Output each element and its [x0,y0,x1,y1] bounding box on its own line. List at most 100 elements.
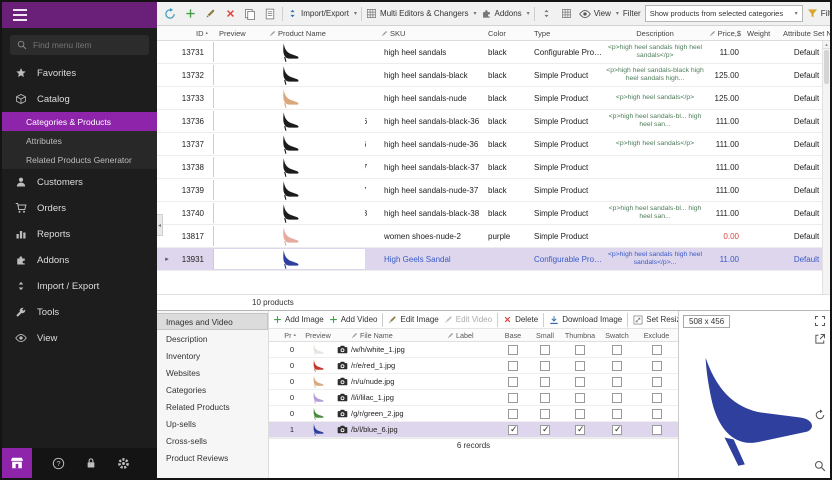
column-header-id[interactable]: ID▴ [177,29,213,38]
swatch-checkbox[interactable] [612,361,622,371]
sidebar-subitem-categories-products[interactable]: Categories & Products [2,112,157,131]
refresh-button[interactable] [162,6,178,22]
product-row[interactable]: 13733 high heel sandals-nude high heel s… [157,87,830,110]
base-checkbox[interactable] [508,393,518,403]
tab-cross-sells[interactable]: Cross-sells [157,432,268,449]
thumbnail-checkbox[interactable] [575,361,585,371]
column-header-thumbnail[interactable]: Thumbna [561,331,599,340]
column-settings-button[interactable] [559,6,575,22]
tab-related-products[interactable]: Related Products [157,398,268,415]
column-header-preview[interactable]: Preview [213,29,269,38]
edit-product-button[interactable] [202,6,218,22]
column-header-color[interactable]: Color [485,29,531,38]
zoom-icon[interactable] [814,460,826,472]
tab-product-reviews[interactable]: Product Reviews [157,449,268,466]
grid-scrollbar[interactable]: ▴ [822,41,830,294]
sidebar-item-customers[interactable]: Customers [2,169,157,195]
thumbnail-checkbox[interactable] [575,377,585,387]
swatch-checkbox[interactable] [612,409,622,419]
category-filter-select[interactable]: Show products from selected categories▾ [645,5,803,22]
open-external-icon[interactable] [814,333,826,345]
multi-editors-menu[interactable]: Multi Editors & Changers▾ [366,8,477,19]
scrollbar-thumb[interactable] [824,50,829,84]
column-header-position[interactable]: Pr▴ [281,331,299,340]
product-row[interactable]: 13737 high heel sandals-nude-36 high hee… [157,133,830,156]
lock-button[interactable] [85,457,97,469]
exclude-checkbox[interactable] [652,361,662,371]
image-row[interactable]: 1 /b/l/blue_6.jpg [269,422,678,438]
small-checkbox[interactable] [540,361,550,371]
column-header-attribute-set[interactable]: Attribute Set Name [783,29,830,38]
swatch-checkbox[interactable] [612,345,622,355]
panel-collapse-handle[interactable]: ◂ [157,214,163,236]
column-header-exclude[interactable]: Exclude [635,331,678,340]
thumbnail-checkbox[interactable] [575,409,585,419]
column-header-weight[interactable]: Weight [747,29,783,38]
sidebar-item-reports[interactable]: Reports [2,221,157,247]
tab-up-sells[interactable]: Up-sells [157,415,268,432]
tab-websites[interactable]: Websites [157,364,268,381]
exclude-checkbox[interactable] [652,409,662,419]
sidebar-item-import-export[interactable]: Import / Export [2,273,157,299]
product-row[interactable]: 13736 high heel sandals-black-36 high he… [157,110,830,133]
scroll-up-arrow[interactable]: ▴ [823,41,830,49]
help-button[interactable] [52,457,65,470]
fullscreen-icon[interactable] [814,315,826,327]
column-header-small[interactable]: Small [529,331,561,340]
thumbnail-checkbox[interactable] [575,345,585,355]
base-checkbox[interactable] [508,377,518,387]
sidebar-subitem-attributes[interactable]: Attributes [2,131,157,150]
image-row[interactable]: 0 /n/u/nude.jpg [269,374,678,390]
image-row[interactable]: 0 /w/h/white_1.jpg [269,342,678,358]
row-expander[interactable]: ▸ [157,255,177,263]
sidebar-search[interactable] [10,35,149,55]
sidebar-item-tools[interactable]: Tools [2,299,157,325]
base-checkbox[interactable] [508,345,518,355]
column-header-image-preview[interactable]: Preview [299,331,337,340]
swatch-checkbox[interactable] [612,377,622,387]
edit-video-button[interactable]: Edit Video [444,315,492,324]
copy-button[interactable] [242,6,258,22]
sidebar-item-orders[interactable]: Orders [2,195,157,221]
product-row[interactable]: 13739 high heel sandals-nude-37 high hee… [157,179,830,202]
tab-description[interactable]: Description [157,330,268,347]
set-resize-rule-button[interactable]: Set Resize Rule▾ [633,315,678,325]
tab-images-and-video[interactable]: Images and Video [157,313,268,330]
expand-all-button[interactable] [539,6,555,22]
product-row[interactable]: 13740 high heel sandals-black-38 high he… [157,202,830,225]
product-row[interactable]: ▸ 13931 new High Heels Sandals High Geel… [157,248,830,271]
addons-menu[interactable]: Addons▾ [481,8,530,19]
small-checkbox[interactable] [540,345,550,355]
product-row[interactable]: 13731 high heel sandals high heel sandal… [157,41,830,64]
delete-product-button[interactable] [222,6,238,22]
base-checkbox[interactable] [508,425,518,435]
small-checkbox[interactable] [540,425,550,435]
product-row[interactable]: 13732 high heel sandals-black high heel … [157,64,830,87]
product-row[interactable]: 13817 women shoes-nude women shoes-nude-… [157,225,830,248]
hamburger-menu-icon[interactable] [13,14,27,16]
column-header-type[interactable]: Type [531,29,605,38]
column-header-price[interactable]: Price,$ [705,29,747,38]
column-header-swatch[interactable]: Swatch [599,331,635,340]
base-checkbox[interactable] [508,361,518,371]
image-row[interactable]: 0 /l/i/lilac_1.jpg [269,390,678,406]
view-menu[interactable]: View▾ [579,8,619,20]
small-checkbox[interactable] [540,377,550,387]
sidebar-item-addons[interactable]: Addons [2,247,157,273]
paste-button[interactable] [262,6,278,22]
delete-image-button[interactable]: Delete [503,315,538,324]
thumbnail-checkbox[interactable] [575,393,585,403]
column-header-base[interactable]: Base [497,331,529,340]
add-product-button[interactable] [182,6,198,22]
add-video-button[interactable]: Add Video [329,315,378,324]
sidebar-item-catalog[interactable]: Catalog [2,86,157,112]
thumbnail-checkbox[interactable] [575,425,585,435]
swatch-checkbox[interactable] [612,425,622,435]
column-header-sku[interactable]: SKU [381,29,485,38]
download-image-button[interactable]: Download Image [549,315,622,325]
store-button[interactable] [2,448,32,478]
column-header-file-name[interactable]: File Name [351,331,447,340]
tab-categories[interactable]: Categories [157,381,268,398]
column-header-label[interactable]: Label [447,331,497,340]
small-checkbox[interactable] [540,393,550,403]
